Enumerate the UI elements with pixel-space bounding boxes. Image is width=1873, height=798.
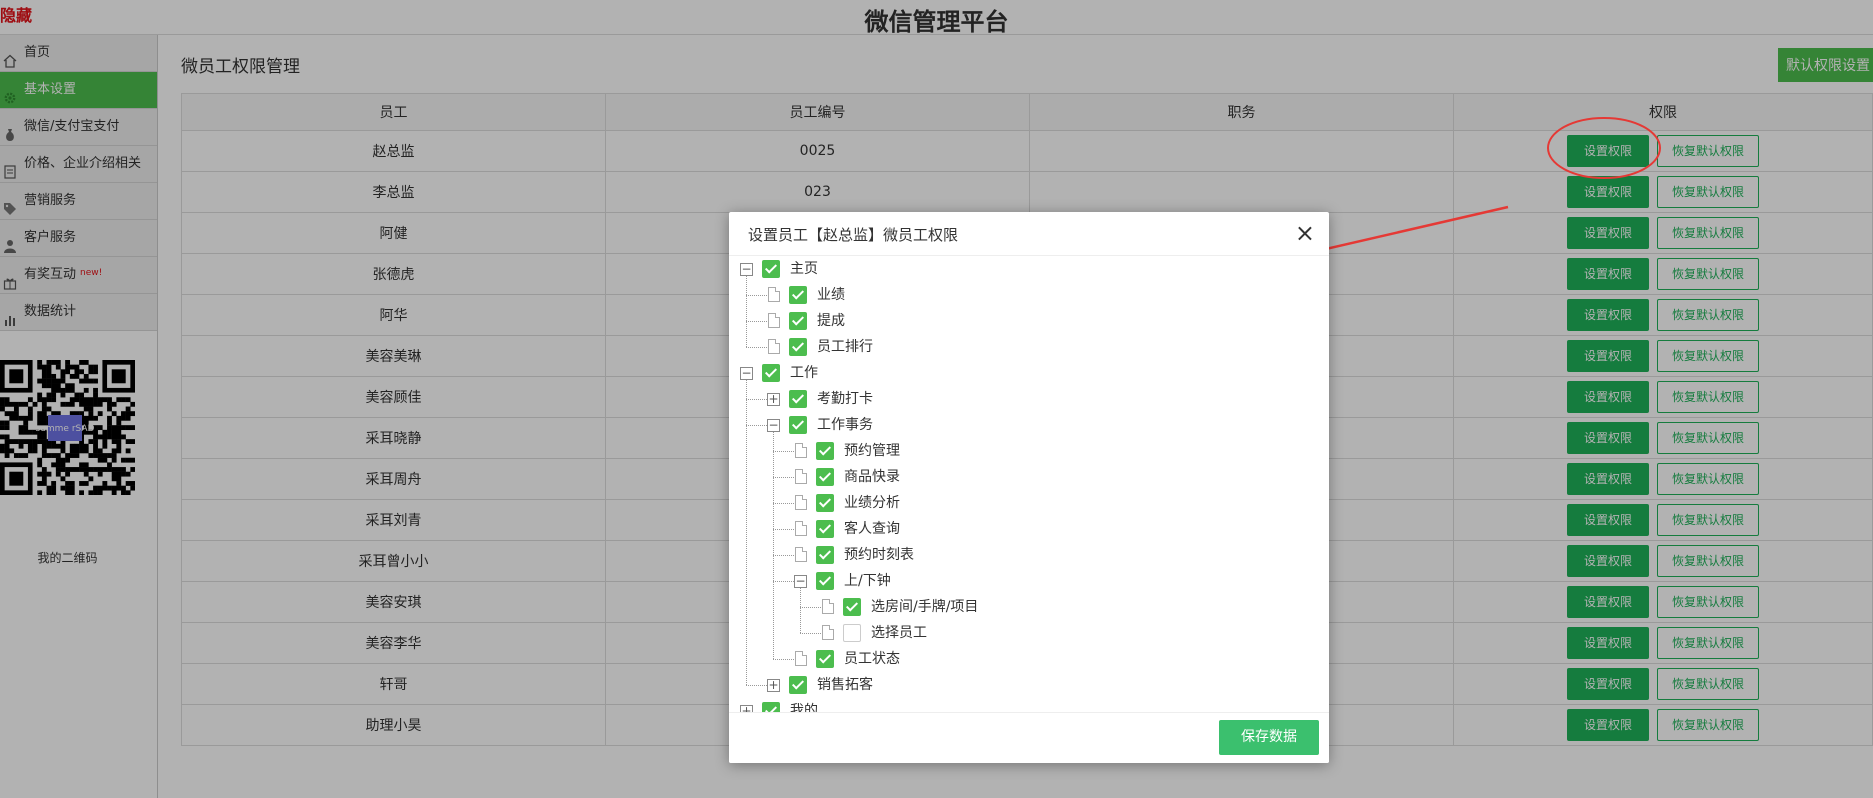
permission-checkbox[interactable]	[816, 494, 834, 512]
page-icon	[795, 521, 807, 536]
permission-checkbox[interactable]	[816, 572, 834, 590]
permission-checkbox[interactable]	[762, 702, 780, 712]
expand-toggle-icon[interactable]: +	[740, 705, 753, 712]
tree-node-label: 商品快录	[844, 469, 900, 485]
permission-checkbox[interactable]	[816, 520, 834, 538]
page-icon	[822, 625, 834, 640]
tree-node-label: 考勤打卡	[817, 391, 873, 407]
tree-connector	[773, 477, 794, 478]
tree-node-label: 客人查询	[844, 521, 900, 537]
page-icon	[795, 469, 807, 484]
expand-toggle-icon[interactable]: +	[767, 393, 780, 406]
tree-connector	[746, 321, 767, 322]
tree-connector	[773, 432, 774, 659]
save-data-button[interactable]: 保存数据	[1219, 720, 1319, 755]
tree-node-label: 业绩分析	[844, 495, 900, 511]
page-icon	[795, 651, 807, 666]
tree-node-label: 销售拓客	[817, 677, 873, 693]
page-icon	[795, 443, 807, 458]
permission-checkbox[interactable]	[816, 650, 834, 668]
tree-node-label: 选房间/手牌/项目	[871, 599, 979, 615]
collapse-toggle-icon[interactable]: −	[794, 575, 807, 588]
tree-connector	[746, 347, 767, 348]
collapse-toggle-icon[interactable]: −	[740, 367, 753, 380]
tree-node-label: 主页	[790, 261, 818, 277]
tree-connector	[746, 276, 747, 347]
tree-connector	[746, 425, 767, 426]
tree-connector	[773, 581, 794, 582]
tree-node-label: 预约管理	[844, 443, 900, 459]
tree-connector	[746, 399, 767, 400]
permission-checkbox[interactable]	[762, 364, 780, 382]
page-icon	[768, 339, 780, 354]
close-icon[interactable]: ×	[1295, 221, 1315, 245]
tree-node-label: 工作	[790, 365, 818, 381]
page-icon	[822, 599, 834, 614]
permission-checkbox[interactable]	[789, 390, 807, 408]
tree-connector	[773, 503, 794, 504]
permission-checkbox[interactable]	[816, 468, 834, 486]
permission-checkbox[interactable]	[789, 676, 807, 694]
permission-checkbox[interactable]	[816, 442, 834, 460]
tree-node-label: 工作事务	[817, 417, 873, 433]
tree-node-label: 我的	[790, 703, 818, 712]
tree-connector	[773, 529, 794, 530]
dialog-header: 设置员工【赵总监】微员工权限 ×	[729, 212, 1329, 256]
collapse-toggle-icon[interactable]: −	[740, 263, 753, 276]
tree-connector	[773, 555, 794, 556]
permission-checkbox[interactable]	[762, 260, 780, 278]
collapse-toggle-icon[interactable]: −	[767, 419, 780, 432]
tree-node-label: 提成	[817, 313, 845, 329]
tree-connector	[800, 588, 801, 633]
tree-connector	[746, 295, 767, 296]
tree-connector	[746, 685, 767, 686]
permission-checkbox[interactable]	[843, 624, 861, 642]
permission-checkbox[interactable]	[789, 338, 807, 356]
expand-toggle-icon[interactable]: +	[767, 679, 780, 692]
permission-checkbox[interactable]	[816, 546, 834, 564]
permission-checkbox[interactable]	[789, 286, 807, 304]
permission-tree: − 主页业绩提成员工排行 − 工作 + 考勤打卡 − 工作事务预约管理商品快录业绩分析客人查询…	[729, 256, 1329, 712]
dialog-title: 设置员工【赵总监】微员工权限	[748, 226, 959, 244]
permission-checkbox[interactable]	[789, 312, 807, 330]
tree-node-label: 预约时刻表	[844, 547, 914, 563]
permission-dialog: 设置员工【赵总监】微员工权限 × − 主页业绩提成员工排行 − 工作 + 考勤打卡 − 工作事…	[729, 212, 1329, 763]
tree-connector	[773, 659, 794, 660]
page-icon	[795, 495, 807, 510]
permission-checkbox[interactable]	[843, 598, 861, 616]
permission-checkbox[interactable]	[789, 416, 807, 434]
tree-node-label: 业绩	[817, 287, 845, 303]
tree-connector	[773, 451, 794, 452]
tree-connector	[800, 633, 821, 634]
page-icon	[795, 547, 807, 562]
tree-node-label: 员工状态	[844, 651, 900, 667]
tree-node-label: 选择员工	[871, 625, 927, 641]
tree-node-label: 员工排行	[817, 339, 873, 355]
dialog-footer: 保存数据	[729, 712, 1329, 763]
page-icon	[768, 313, 780, 328]
page-icon	[768, 287, 780, 302]
tree-connector	[800, 607, 821, 608]
tree-node-label: 上/下钟	[844, 573, 891, 589]
